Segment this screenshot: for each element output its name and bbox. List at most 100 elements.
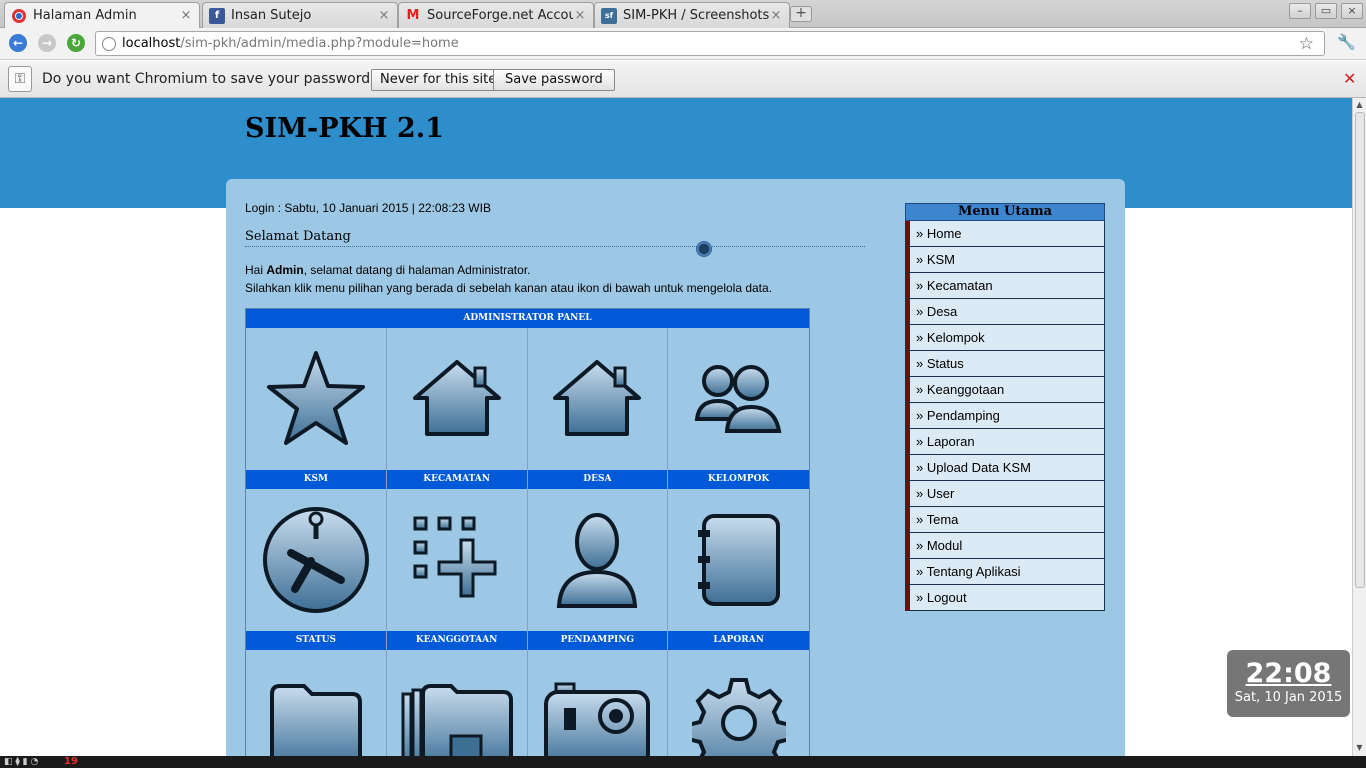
module-tile[interactable] [528,650,669,756]
close-icon[interactable]: × [377,8,391,23]
greeting-name: Admin [266,263,304,277]
close-icon[interactable]: × [179,8,193,23]
reload-button[interactable]: ↻ [67,34,85,52]
menu-item-upload-data-ksm[interactable]: » Upload Data KSM [905,455,1105,481]
menu-item-status[interactable]: » Status [905,351,1105,377]
maximize-button[interactable]: ▭ [1315,3,1337,19]
menu-item-modul[interactable]: » Modul [905,533,1105,559]
new-tab-button[interactable]: + [790,6,812,22]
tray-icons[interactable]: ◧ ⧫ ▮ ◔ [4,756,38,768]
ksm-label[interactable]: KSM [246,470,387,489]
desa-label[interactable]: DESA [527,470,669,489]
infobar-message: Do you want Chromium to save your passwo… [42,71,378,87]
menu-item-ksm[interactable]: » KSM [905,247,1105,273]
scroll-up-icon[interactable]: ▲ [1355,100,1364,109]
taskbar: ◧ ⧫ ▮ ◔ 19 [0,756,1366,768]
close-infobar-icon[interactable]: ✕ [1343,69,1356,88]
laporan-tile[interactable] [668,489,809,631]
scrollbar-thumb[interactable] [1355,112,1365,588]
star-icon [266,351,365,445]
camera-icon [544,682,651,756]
module-tile[interactable] [246,650,387,756]
kelompok-label[interactable]: KELOMPOK [668,470,809,489]
user-icon [557,513,638,608]
status-tile[interactable] [246,489,387,631]
forward-button[interactable]: → [38,34,56,52]
module-tile[interactable] [387,650,528,756]
never-for-this-site-button[interactable]: Never for this site [371,69,506,91]
status-label[interactable]: STATUS [246,631,387,650]
close-window-button[interactable]: × [1341,3,1363,19]
menu-item-home[interactable]: » Home [905,221,1105,247]
kecamatan-label[interactable]: KECAMATAN [386,470,528,489]
scroll-down-icon[interactable]: ▼ [1355,743,1364,752]
tab-halaman-admin[interactable]: Halaman Admin × [4,2,200,28]
pendamping-tile[interactable] [528,489,669,631]
cursor-indicator [696,241,712,257]
tab-title: SourceForge.net Accou [427,8,573,23]
back-button[interactable]: ← [9,34,27,52]
menu-title: Menu Utama [905,203,1105,221]
tab-sourceforge-account[interactable]: M SourceForge.net Accou × [398,2,594,28]
greeting-text: Hai Admin, selamat datang di halaman Adm… [245,261,772,297]
url-host: localhost [122,36,181,51]
tab-sim-pkh-screenshots[interactable]: sf SIM-PKH / Screenshots × [594,2,790,28]
instruction-text: Silahkan klik menu pilihan yang berada d… [245,281,773,295]
icon-row [246,489,809,631]
wrench-icon[interactable]: 🔧 [1337,33,1356,51]
reload-icon: ↻ [70,36,82,50]
house-icon [412,360,501,436]
close-icon[interactable]: × [769,8,783,23]
menu-item-pendamping[interactable]: » Pendamping [905,403,1105,429]
save-password-button[interactable]: Save password [493,69,615,91]
menu-item-kecamatan[interactable]: » Kecamatan [905,273,1105,299]
keanggotaan-label[interactable]: KEANGGOTAAN [386,631,528,650]
laporan-label[interactable]: LAPORAN [668,631,809,650]
clock-icon [262,507,369,613]
welcome-heading: Selamat Datang [245,229,865,247]
facebook-icon: f [209,7,225,24]
administrator-panel: ADMINISTRATOR PANEL KSM KECAMATAN DESA K… [245,308,810,756]
close-icon[interactable]: × [573,8,587,23]
login-info: Login : Sabtu, 10 Januari 2015 | 22:08:2… [245,201,491,215]
notebook-icon [697,514,780,606]
vertical-scrollbar[interactable]: ▲ ▼ [1352,98,1366,756]
kelompok-tile[interactable] [668,328,809,470]
url-path: /sim-pkh/admin/media.php?module=home [180,36,459,51]
menu-item-keanggotaan[interactable]: » Keanggotaan [905,377,1105,403]
minimize-button[interactable]: – [1289,3,1311,19]
chromium-icon [11,8,27,24]
arrow-left-icon: ← [12,36,24,50]
key-icon: ⚿ [8,66,32,92]
ksm-tile[interactable] [246,328,387,470]
greeting-prefix: Hai [245,263,267,277]
menu-item-desa[interactable]: » Desa [905,299,1105,325]
menu-item-laporan[interactable]: » Laporan [905,429,1105,455]
web-page: SIM-PKH 2.1 Login : Sabtu, 10 Januari 20… [0,98,1352,756]
arrow-right-icon: → [41,36,53,50]
folder-icon [269,684,362,756]
clock-widget: 22:08 Sat, 10 Jan 2015 [1227,650,1350,717]
address-bar[interactable]: localhost /sim-pkh/admin/media.php?modul… [95,31,1325,56]
tab-insan-sutejo[interactable]: f Insan Sutejo × [202,2,398,28]
kecamatan-tile[interactable] [387,328,528,470]
menu-item-kelompok[interactable]: » Kelompok [905,325,1105,351]
notification-badge[interactable]: 19 [64,756,78,768]
pendamping-label[interactable]: PENDAMPING [527,631,669,650]
tab-title: Halaman Admin [33,8,137,23]
menu-item-logout[interactable]: » Logout [905,585,1105,611]
grid-add-icon [413,516,497,598]
module-tile[interactable] [668,650,809,756]
panel-title: ADMINISTRATOR PANEL [246,309,809,328]
icon-row [246,650,809,756]
bookmark-star-icon[interactable]: ☆ [1299,34,1314,54]
menu-item-tentang-aplikasi[interactable]: » Tentang Aplikasi [905,559,1105,585]
clock-date: Sat, 10 Jan 2015 [1234,690,1343,705]
menu-item-user[interactable]: » User [905,481,1105,507]
keanggotaan-tile[interactable] [387,489,528,631]
label-row: STATUS KEANGGOTAAN PENDAMPING LAPORAN [246,631,809,650]
content-area: Login : Sabtu, 10 Januari 2015 | 22:08:2… [226,179,1125,756]
menu-item-tema[interactable]: » Tema [905,507,1105,533]
gear-icon [691,678,786,756]
desa-tile[interactable] [528,328,669,470]
